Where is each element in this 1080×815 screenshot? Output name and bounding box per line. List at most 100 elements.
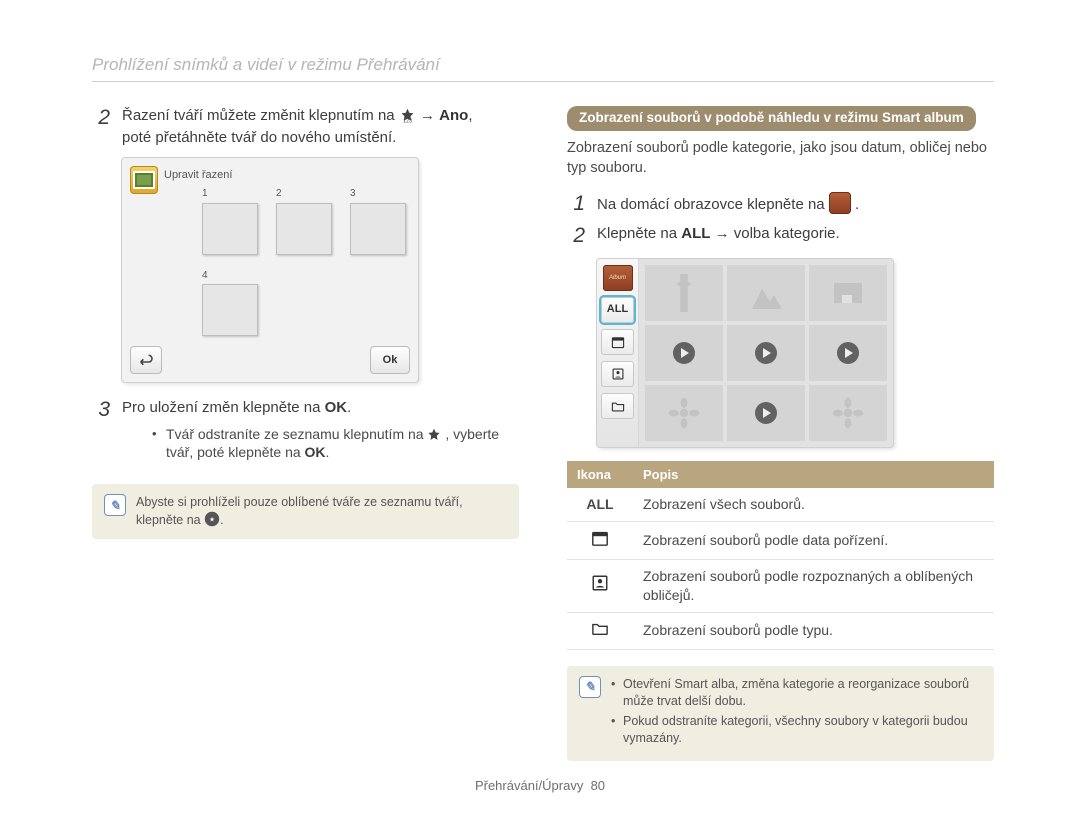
- footer-page: 80: [591, 778, 605, 793]
- star-ranking-icon: 123: [399, 108, 416, 123]
- ok-button[interactable]: Ok: [370, 346, 410, 374]
- note-icon: ✎: [104, 494, 126, 516]
- filter-date-button[interactable]: [601, 329, 634, 355]
- r-step1-pre: Na domácí obrazovce klepněte na: [597, 196, 829, 213]
- smart-album-screenshot: ALL: [597, 259, 893, 447]
- table-row: Zobrazení souborů podle data pořízení.: [567, 522, 994, 560]
- note-icon: ✎: [579, 676, 601, 698]
- thumbnail-video[interactable]: [727, 325, 805, 381]
- calendar-icon: [590, 529, 610, 547]
- footer-section: Přehrávání/Úpravy: [475, 778, 583, 793]
- row-desc: Zobrazení souborů podle data pořízení.: [633, 522, 994, 560]
- r-step2-pre: Klepněte na: [597, 225, 681, 242]
- step2-text-pre: Řazení tváří můžete změnit klepnutím na: [122, 107, 399, 124]
- r-step2-post: → volba kategorie.: [715, 225, 840, 242]
- step3-pre: Pro uložení změn klepněte na: [122, 399, 325, 416]
- svg-text:★: ★: [209, 517, 215, 524]
- th-icon: Ikona: [567, 461, 633, 489]
- ok-icon: OK: [325, 399, 348, 416]
- folder-icon: [590, 620, 610, 638]
- row-icon-all: ALL: [567, 488, 633, 521]
- album-app-icon: [603, 265, 633, 291]
- row-icon-folder: [567, 612, 633, 649]
- note-item: Otevření Smart alba, změna kategorie a r…: [611, 676, 982, 710]
- th-desc: Popis: [633, 461, 994, 489]
- step-number: 3: [92, 398, 110, 466]
- row-desc: Zobrazení všech souborů.: [633, 488, 994, 521]
- step-2: 2 Řazení tváří můžete změnit klepnutím n…: [92, 106, 519, 149]
- step2-line2: poté přetáhněte tvář do nového umístění.: [122, 128, 472, 148]
- thumbnail[interactable]: [727, 265, 805, 321]
- note-box-right: ✎ Otevření Smart alba, změna kategorie a…: [567, 666, 994, 762]
- section-heading: Zobrazení souborů v podobě náhledu v rež…: [567, 106, 976, 131]
- row-desc: Zobrazení souborů podle typu.: [633, 612, 994, 649]
- face-thumbnail[interactable]: [202, 284, 258, 336]
- step-number: 2: [92, 106, 110, 149]
- step2-arrow: →: [420, 107, 439, 124]
- face-icon: [608, 365, 628, 383]
- row-desc: Zobrazení souborů podle rozpoznaných a o…: [633, 559, 994, 612]
- right-column: Zobrazení souborů v podobě náhledu v rež…: [567, 106, 994, 761]
- step-3: 3 Pro uložení změn klepněte na OK. Tvář …: [92, 398, 519, 466]
- step-1-right: 1 Na domácí obrazovce klepněte na .: [567, 192, 994, 215]
- calendar-icon: [608, 333, 628, 351]
- thumbnail-video[interactable]: [645, 325, 723, 381]
- note-item: Pokud odstraníte kategorii, všechny soub…: [611, 713, 982, 747]
- row-icon-calendar: [567, 522, 633, 560]
- face-number: 4: [202, 269, 258, 283]
- face-thumbnail[interactable]: [350, 203, 406, 255]
- favorite-filter-icon: ★: [204, 511, 220, 527]
- face-number: 2: [276, 187, 332, 201]
- category-table: Ikona Popis ALL Zobrazení všech souborů.…: [567, 461, 994, 650]
- edit-ranking-screenshot: Upravit řazení 1 2 3 4 Ok: [122, 158, 418, 382]
- bullet-pre: Tvář odstraníte ze seznamu klepnutím na: [166, 426, 427, 442]
- ok-icon: OK: [305, 444, 326, 460]
- r-step2-all: ALL: [681, 225, 710, 242]
- play-icon: [837, 342, 859, 364]
- r-step1-end: .: [855, 196, 859, 213]
- bullet-item: Tvář odstraníte ze seznamu klepnutím na …: [152, 425, 519, 463]
- row-icon-face: [567, 559, 633, 612]
- face-thumbnail[interactable]: [202, 203, 258, 255]
- table-row: Zobrazení souborů podle rozpoznaných a o…: [567, 559, 994, 612]
- note-box: ✎ Abyste si prohlíželi pouze oblíbené tv…: [92, 484, 519, 539]
- table-row: ALL Zobrazení všech souborů.: [567, 488, 994, 521]
- step2-comma: ,: [468, 107, 472, 124]
- step-number: 2: [567, 224, 585, 247]
- page-title: Prohlížení snímků a videí v režimu Přehr…: [92, 54, 994, 77]
- step-number: 1: [567, 192, 585, 215]
- star-icon: [427, 428, 441, 442]
- title-rule: [92, 81, 994, 82]
- folder-icon: [608, 397, 628, 415]
- step3-post: .: [347, 399, 351, 416]
- filter-face-button[interactable]: [601, 361, 634, 387]
- album-icon: [829, 192, 851, 214]
- filter-all-button[interactable]: ALL: [601, 297, 634, 323]
- section-intro: Zobrazení souborů podle kategorie, jako …: [567, 139, 994, 178]
- app-icon: [130, 166, 158, 194]
- thumbnail-video[interactable]: [809, 325, 887, 381]
- step2-ano: Ano: [439, 107, 468, 124]
- play-icon: [755, 402, 777, 424]
- bullet-end: .: [326, 444, 330, 460]
- play-icon: [755, 342, 777, 364]
- screenshot-title: Upravit řazení: [164, 166, 410, 183]
- face-number: 3: [350, 187, 406, 201]
- thumbnail[interactable]: [645, 265, 723, 321]
- face-number: 1: [202, 187, 258, 201]
- svg-text:123: 123: [403, 118, 412, 123]
- thumbnail[interactable]: [645, 385, 723, 441]
- table-row: Zobrazení souborů podle typu.: [567, 612, 994, 649]
- back-button[interactable]: [130, 346, 162, 374]
- thumbnail-video[interactable]: [727, 385, 805, 441]
- face-icon: [590, 574, 610, 592]
- page-footer: Přehrávání/Úpravy 80: [0, 777, 1080, 795]
- step-2-right: 2 Klepněte na ALL → volba kategorie.: [567, 224, 994, 247]
- play-icon: [673, 342, 695, 364]
- left-column: 2 Řazení tváří můžete změnit klepnutím n…: [92, 106, 519, 761]
- filter-type-button[interactable]: [601, 393, 634, 419]
- thumbnail[interactable]: [809, 265, 887, 321]
- note-text: Abyste si prohlíželi pouze oblíbené tvář…: [136, 495, 463, 527]
- face-thumbnail[interactable]: [276, 203, 332, 255]
- thumbnail[interactable]: [809, 385, 887, 441]
